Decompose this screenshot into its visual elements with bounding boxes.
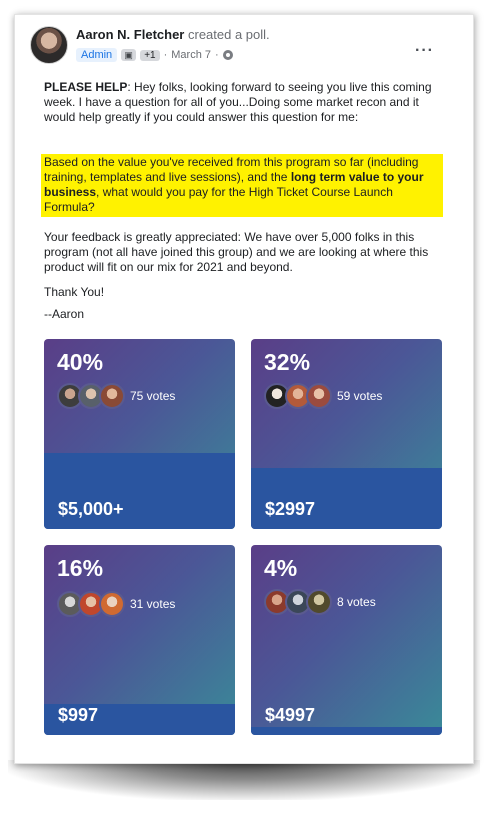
poll-option-label: $5,000+ <box>58 499 124 519</box>
poll-option-voters[interactable]: 75 votes <box>57 382 175 409</box>
privacy-globe-icon <box>222 50 233 60</box>
poll-option-label: $997 <box>58 705 99 725</box>
post-highlighted-question: Based on the value you've received from … <box>41 154 443 217</box>
poll-option-voters[interactable]: 8 votes <box>264 588 376 615</box>
poll-option-4[interactable]: 4% 8 votes $4997 <box>251 545 442 735</box>
poll-option-votes[interactable]: 75 votes <box>130 389 175 403</box>
poll-option-percent: 16% <box>57 555 104 581</box>
post-meta: Admin ▣ +1 · March 7 · <box>76 47 233 63</box>
badge-picture-icon[interactable]: ▣ <box>121 49 137 61</box>
post-paragraph-1: PLEASE HELP: Hey folks, looking forward … <box>44 80 444 125</box>
post-thanks: Thank You! <box>44 285 105 299</box>
poll-option-votes[interactable]: 59 votes <box>337 389 382 403</box>
author-name[interactable]: Aaron N. Fletcher <box>76 27 184 42</box>
poll-option-fill <box>251 727 442 735</box>
meta-separator: · <box>215 49 219 61</box>
badge-count[interactable]: +1 <box>140 49 160 61</box>
post-date[interactable]: March 7 <box>171 49 211 61</box>
post-paragraph-3: Your feedback is greatly appreciated: We… <box>44 230 429 274</box>
author-line: Aaron N. Fletcher created a poll. <box>76 27 270 42</box>
poll-option-voters[interactable]: 59 votes <box>264 382 382 409</box>
poll-option-votes[interactable]: 8 votes <box>337 595 376 609</box>
more-options-button[interactable]: ··· <box>415 42 434 60</box>
admin-badge[interactable]: Admin <box>76 48 118 62</box>
post-action: created a poll. <box>187 27 270 42</box>
post-text: , what would you pay for the High Ticket… <box>44 185 393 214</box>
poll-option-voters[interactable]: 31 votes <box>57 590 175 617</box>
post-header: Aaron N. Fletcher created a poll. Admin … <box>30 26 440 72</box>
poll-option-percent: 32% <box>264 349 311 375</box>
poll-option-3[interactable]: 16% 31 votes $997 <box>44 545 235 735</box>
voter-avatar[interactable] <box>99 382 125 409</box>
voter-avatar[interactable] <box>306 382 332 409</box>
poll-option-label: $4997 <box>265 705 316 725</box>
poll-option-percent: 40% <box>57 349 104 375</box>
voter-avatar[interactable] <box>306 588 332 615</box>
poll-option-label: $2997 <box>265 499 316 519</box>
poll-option-2[interactable]: 32% 59 votes $2997 <box>251 339 442 529</box>
post-emphasis: PLEASE HELP <box>44 80 128 94</box>
voter-avatar[interactable] <box>99 590 125 617</box>
poll-option-votes[interactable]: 31 votes <box>130 597 175 611</box>
card-shadow <box>8 760 480 800</box>
author-avatar[interactable] <box>30 26 68 64</box>
poll-option-percent: 4% <box>264 555 298 581</box>
post-signature: --Aaron <box>44 307 85 321</box>
poll-option-1[interactable]: 40% 75 votes $5,000+ <box>44 339 235 529</box>
meta-separator: · <box>163 49 168 61</box>
